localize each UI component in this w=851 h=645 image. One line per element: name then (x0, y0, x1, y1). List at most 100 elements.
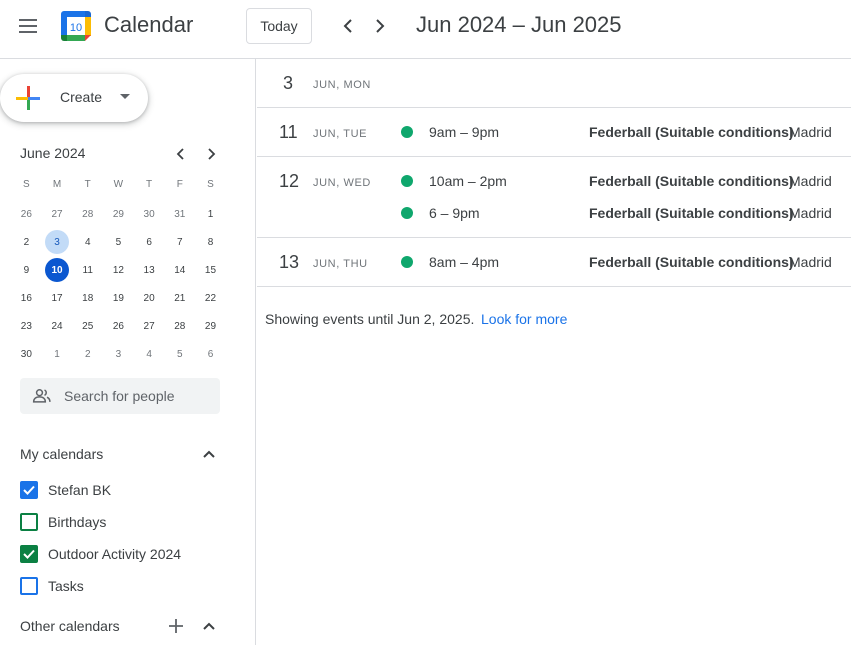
day-number[interactable]: 3 (283, 73, 293, 94)
week-row: 16 17 18 19 20 21 22 (11, 284, 226, 312)
check-icon (23, 549, 35, 559)
mini-day[interactable]: 3 (103, 340, 134, 368)
previous-period-button[interactable] (336, 14, 360, 38)
next-period-button[interactable] (368, 14, 392, 38)
calendar-label: Stefan BK (48, 482, 112, 498)
mini-day[interactable]: 2 (72, 340, 103, 368)
mini-day[interactable]: 24 (42, 312, 73, 340)
event-time: 10am – 2pm (429, 173, 507, 189)
week-row: 30 1 2 3 4 5 6 (11, 340, 226, 368)
mini-day[interactable]: 25 (72, 312, 103, 340)
look-for-more-link[interactable]: Look for more (481, 311, 567, 327)
mini-day[interactable]: 29 (195, 312, 226, 340)
weekday-label: M (52, 178, 62, 190)
mini-day[interactable]: 2 (11, 228, 42, 256)
plus-color-icon (16, 86, 40, 110)
mini-day[interactable]: 28 (164, 312, 195, 340)
calendar-label: Tasks (48, 578, 84, 594)
mini-day[interactable]: 27 (42, 200, 73, 228)
mini-day[interactable]: 11 (72, 256, 103, 284)
checkbox-checked[interactable] (20, 545, 38, 563)
today-button[interactable]: Today (246, 8, 312, 44)
weekday-header: S M T W T F S (11, 172, 226, 200)
event-title: Federball (Suitable conditions) (589, 205, 794, 221)
mini-day[interactable]: 4 (134, 340, 165, 368)
mini-day[interactable]: 30 (134, 200, 165, 228)
mini-day[interactable]: 22 (195, 284, 226, 312)
agenda-day: 12 JUN, WED 10am – 2pm Federball (Suitab… (257, 157, 851, 238)
mini-day[interactable]: 28 (72, 200, 103, 228)
mini-day[interactable]: 5 (164, 340, 195, 368)
calendar-item-stefan-bk[interactable]: Stefan BK (20, 478, 111, 502)
mini-day[interactable]: 30 (11, 340, 42, 368)
mini-day[interactable]: 17 (42, 284, 73, 312)
mini-prev-month-button[interactable] (171, 144, 191, 164)
mini-day[interactable]: 6 (134, 228, 165, 256)
app-title: Calendar (104, 12, 194, 37)
mini-day[interactable]: 1 (195, 200, 226, 228)
mini-day[interactable]: 16 (11, 284, 42, 312)
mini-day[interactable]: 13 (134, 256, 165, 284)
mini-day[interactable]: 15 (195, 256, 226, 284)
sidebar: Create June 2024 S M T W T F S 26 27 28 … (0, 59, 256, 645)
week-row: 23 24 25 26 27 28 29 (11, 312, 226, 340)
mini-day[interactable]: 21 (164, 284, 195, 312)
mini-day[interactable]: 26 (103, 312, 134, 340)
mini-day[interactable]: 20 (134, 284, 165, 312)
mini-day[interactable]: 9 (11, 256, 42, 284)
event-row[interactable]: 10am – 2pm Federball (Suitable condition… (257, 165, 851, 197)
event-row[interactable]: 8am – 4pm Federball (Suitable conditions… (257, 246, 851, 278)
mini-day[interactable]: 31 (164, 200, 195, 228)
mini-day[interactable]: 1 (42, 340, 73, 368)
weekday-label: S (207, 178, 214, 190)
checkbox-unchecked[interactable] (20, 577, 38, 595)
weekday-label: F (176, 178, 183, 190)
search-people-placeholder: Search for people (64, 388, 175, 404)
mini-day[interactable]: 5 (103, 228, 134, 256)
mini-day-selected[interactable]: 3 (42, 228, 73, 256)
mini-day[interactable]: 29 (103, 200, 134, 228)
mini-day[interactable]: 7 (164, 228, 195, 256)
mini-day[interactable]: 8 (195, 228, 226, 256)
event-row[interactable]: 9am – 9pm Federball (Suitable conditions… (257, 116, 851, 148)
event-location: Madrid (789, 124, 832, 140)
search-people-input[interactable]: Search for people (20, 378, 220, 414)
mini-day[interactable]: 14 (164, 256, 195, 284)
chevron-up-icon (203, 450, 215, 458)
checkbox-unchecked[interactable] (20, 513, 38, 531)
calendar-item-tasks[interactable]: Tasks (20, 574, 84, 598)
showing-events-note: Showing events until Jun 2, 2025. (265, 311, 475, 327)
event-location: Madrid (789, 173, 832, 189)
date-range-title: Jun 2024 – Jun 2025 (416, 12, 622, 37)
checkbox-checked[interactable] (20, 481, 38, 499)
chevron-right-icon (208, 148, 216, 160)
mini-day[interactable]: 18 (72, 284, 103, 312)
mini-day-today[interactable]: 10 (42, 256, 73, 284)
agenda-day: 13 JUN, THU 8am – 4pm Federball (Suitabl… (257, 238, 851, 287)
mini-day[interactable]: 27 (134, 312, 165, 340)
calendar-item-birthdays[interactable]: Birthdays (20, 510, 106, 534)
collapse-other-calendars-button[interactable] (199, 616, 219, 636)
add-calendar-plus-icon[interactable] (166, 616, 186, 636)
event-location: Madrid (789, 254, 832, 270)
mini-day[interactable]: 19 (103, 284, 134, 312)
collapse-my-calendars-button[interactable] (199, 444, 219, 464)
event-row[interactable]: 6 – 9pm Federball (Suitable conditions) … (257, 197, 851, 229)
mini-next-month-button[interactable] (201, 144, 221, 164)
weekday-label: T (84, 178, 91, 190)
calendar-label: Outdoor Activity 2024 (48, 546, 182, 562)
mini-day[interactable]: 12 (103, 256, 134, 284)
mini-day[interactable]: 6 (195, 340, 226, 368)
my-calendars-title[interactable]: My calendars (20, 446, 103, 462)
main-menu-button[interactable] (12, 10, 44, 42)
agenda-day: 3 JUN, MON (257, 59, 851, 108)
mini-day[interactable]: 4 (72, 228, 103, 256)
mini-day[interactable]: 23 (11, 312, 42, 340)
event-title: Federball (Suitable conditions) (589, 254, 794, 270)
top-bar: 10 Calendar Today Jun 2024 – Jun 2025 (0, 0, 851, 59)
mini-day[interactable]: 26 (11, 200, 42, 228)
create-button[interactable]: Create (0, 74, 148, 122)
weekday-label: T (146, 178, 153, 190)
calendar-item-outdoor-activity[interactable]: Outdoor Activity 2024 (20, 542, 181, 566)
other-calendars-title[interactable]: Other calendars (20, 618, 120, 634)
